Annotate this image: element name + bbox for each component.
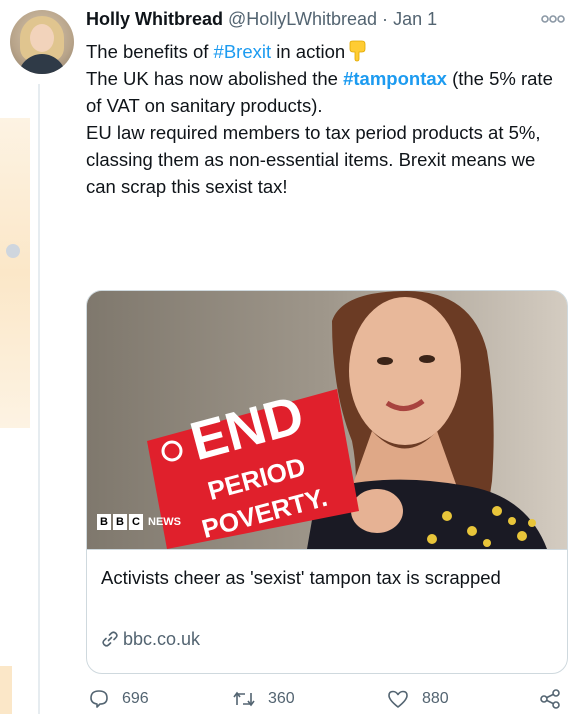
background-dot	[6, 244, 20, 258]
retweet-button[interactable]: 360	[232, 684, 295, 714]
tweet-text-segment: The UK has now abolished the	[86, 68, 344, 89]
tweet-text-segment: The benefits of	[86, 41, 214, 62]
reply-icon	[90, 690, 108, 708]
more-dots-icon[interactable]	[540, 14, 566, 24]
hashtag-tampontax[interactable]: #tampontax	[343, 68, 447, 89]
author-name[interactable]: Holly Whitbread	[86, 9, 223, 29]
reply-count: 696	[122, 690, 149, 707]
share-icon	[540, 689, 560, 709]
tweet-header: Holly Whitbread @HollyLWhitbread · Jan 1	[86, 6, 572, 32]
card-domain-text: bbc.co.uk	[123, 629, 201, 649]
card-title[interactable]: Activists cheer as 'sexist' tampon tax i…	[101, 564, 541, 592]
bbc-news-label: NEWS	[148, 516, 181, 528]
like-icon	[388, 690, 408, 708]
link-card[interactable]: END PERIOD POVERTY. B B C NEWS Activists…	[86, 290, 568, 674]
tweet-actions: 696 360 880	[86, 684, 572, 714]
like-button[interactable]: 880	[386, 684, 449, 714]
like-count: 880	[422, 690, 449, 707]
background-decoration-bottom	[0, 666, 12, 714]
author-handle[interactable]: @HollyLWhitbread	[228, 9, 377, 29]
retweet-count: 360	[268, 690, 295, 707]
avatar[interactable]	[10, 10, 74, 74]
separator-dot: ·	[382, 9, 389, 29]
bbc-letter: C	[129, 514, 143, 530]
tweet-paragraph-3: EU law required members to tax period pr…	[86, 122, 541, 197]
bbc-letter: B	[113, 514, 127, 530]
card-domain[interactable]: bbc.co.uk	[101, 626, 200, 652]
tweet-text-segment: in action	[271, 41, 346, 62]
tweet-text: The benefits of #Brexit in action The UK…	[86, 38, 566, 200]
background-decoration	[0, 118, 30, 428]
bbc-letter: B	[97, 514, 111, 530]
link-icon	[102, 631, 118, 647]
bbc-news-logo: B B C NEWS	[97, 513, 181, 531]
tweet-paragraph-2: The UK has now abolished the #tampontax …	[86, 65, 566, 119]
retweet-icon	[233, 691, 255, 707]
tweet-date[interactable]: Jan 1	[393, 9, 437, 29]
reply-button[interactable]: 696	[88, 684, 149, 714]
page-background-strip	[0, 0, 36, 714]
thread-line	[38, 84, 40, 714]
hashtag-brexit[interactable]: #Brexit	[214, 41, 272, 62]
card-image: END PERIOD POVERTY. B B C NEWS	[87, 291, 567, 549]
pointing-down-hand-icon	[349, 40, 366, 62]
card-body[interactable]: Activists cheer as 'sexist' tampon tax i…	[87, 549, 567, 673]
share-button[interactable]	[538, 684, 562, 714]
tweet-line-1: The benefits of #Brexit in action	[86, 38, 566, 65]
